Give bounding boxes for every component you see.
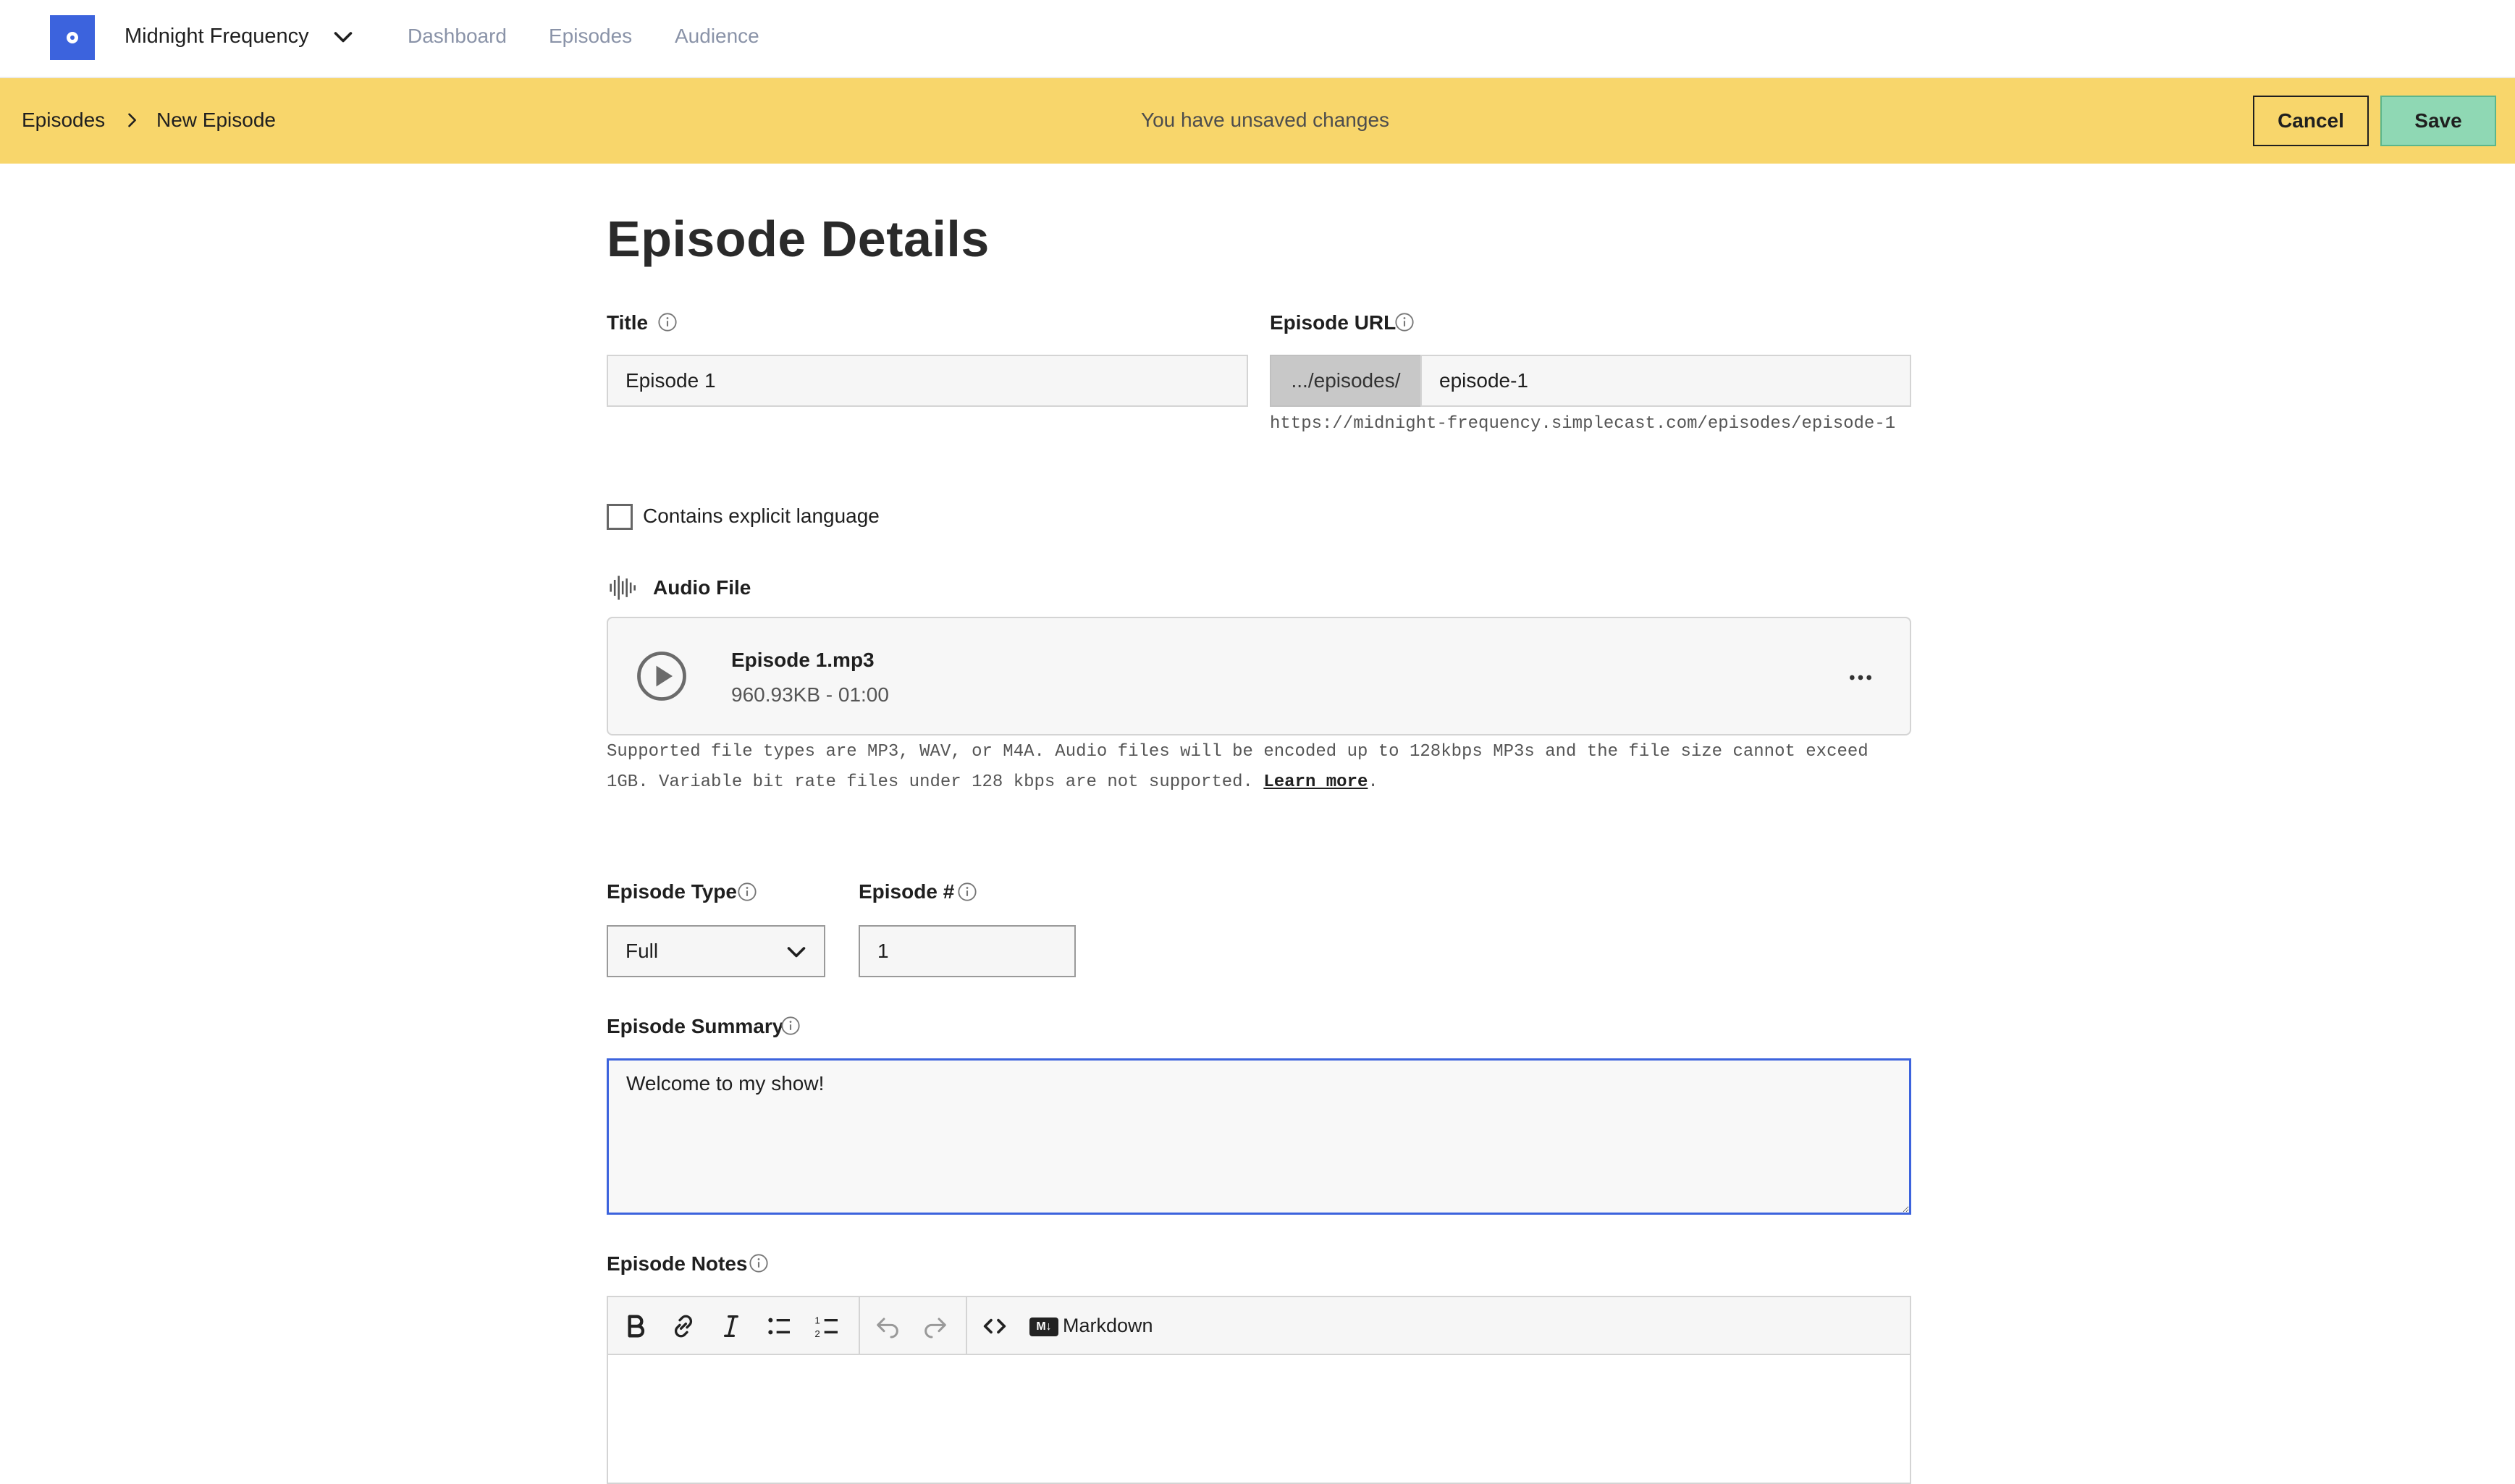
undo-icon[interactable] xyxy=(873,1312,902,1341)
episode-url-input[interactable] xyxy=(1420,355,1911,407)
page: Midnight Frequency Dashboard Episodes Au… xyxy=(0,0,2515,1484)
episode-type-value: Full xyxy=(625,940,659,962)
url-prefix: .../episodes/ xyxy=(1270,355,1422,407)
cancel-button[interactable]: Cancel xyxy=(2253,96,2369,146)
episode-notes-editor[interactable]: 12 M↓ Markdown xyxy=(607,1296,1911,1484)
explicit-checkbox[interactable] xyxy=(607,504,633,530)
episode-notes-label: Episode Notes xyxy=(607,1252,748,1275)
save-button[interactable]: Save xyxy=(2380,96,2496,146)
learn-more-link[interactable]: Learn more xyxy=(1263,772,1368,792)
info-icon[interactable] xyxy=(657,312,678,332)
chevron-down-icon xyxy=(787,947,806,958)
code-icon[interactable] xyxy=(980,1312,1009,1341)
title-input[interactable] xyxy=(607,355,1248,407)
info-icon[interactable] xyxy=(1394,312,1415,332)
svg-text:2: 2 xyxy=(814,1328,820,1339)
chevron-right-icon xyxy=(128,113,136,127)
explicit-label[interactable]: Contains explicit language xyxy=(643,505,880,528)
editor-toolbar: 12 M↓ Markdown xyxy=(608,1297,1910,1355)
episode-summary-textarea[interactable]: Welcome to my show! xyxy=(607,1058,1911,1215)
unsaved-banner: Episodes New Episode You have unsaved ch… xyxy=(0,78,2515,164)
breadcrumb-current: New Episode xyxy=(156,109,276,131)
markdown-toggle[interactable]: Markdown xyxy=(1063,1315,1153,1337)
more-options-icon[interactable] xyxy=(1846,663,1875,692)
bold-icon[interactable] xyxy=(621,1312,650,1341)
top-navigation: Midnight Frequency Dashboard Episodes Au… xyxy=(0,0,2515,78)
chevron-down-icon[interactable] xyxy=(330,25,356,51)
audio-hint-text: Supported file types are MP3, WAV, or M4… xyxy=(607,742,1869,792)
episode-type-select[interactable]: Full xyxy=(607,925,825,977)
toolbar-divider xyxy=(859,1297,860,1354)
page-title: Episode Details xyxy=(607,211,990,267)
podcast-logo[interactable] xyxy=(50,15,95,60)
info-icon[interactable] xyxy=(957,882,977,902)
info-icon[interactable] xyxy=(749,1253,769,1273)
numbered-list-icon[interactable]: 12 xyxy=(812,1312,841,1341)
play-icon[interactable] xyxy=(636,650,688,702)
breadcrumb-episodes[interactable]: Episodes xyxy=(22,109,105,132)
episode-type-label: Episode Type xyxy=(607,880,737,903)
episode-number-label: Episode # xyxy=(859,880,955,903)
episode-summary-label: Episode Summary xyxy=(607,1015,784,1037)
link-icon[interactable] xyxy=(669,1312,698,1341)
redo-icon[interactable] xyxy=(921,1312,950,1341)
audio-hint: Supported file types are MP3, WAV, or M4… xyxy=(607,742,1869,792)
info-icon[interactable] xyxy=(780,1016,801,1036)
unsaved-message: You have unsaved changes xyxy=(1141,109,1390,131)
audio-file-card: Episode 1.mp3 960.93KB - 01:00 xyxy=(607,617,1911,735)
markdown-icon[interactable]: M↓ xyxy=(1029,1318,1058,1336)
audio-filename: Episode 1.mp3 xyxy=(731,649,875,671)
nav-dashboard[interactable]: Dashboard xyxy=(408,25,507,48)
audio-file-label: Audio File xyxy=(653,576,751,599)
podcast-name[interactable]: Midnight Frequency xyxy=(125,25,309,49)
toolbar-divider xyxy=(966,1297,967,1354)
info-icon[interactable] xyxy=(737,882,757,902)
svg-text:1: 1 xyxy=(814,1315,820,1326)
waveform-icon xyxy=(610,576,636,600)
episode-number-input[interactable] xyxy=(859,925,1076,977)
title-label: Title xyxy=(607,311,649,334)
audio-meta: 960.93KB - 01:00 xyxy=(731,683,889,706)
nav-episodes[interactable]: Episodes xyxy=(549,25,632,48)
nav-audience[interactable]: Audience xyxy=(675,25,759,48)
episode-url-preview: https://midnight-frequency.simplecast.co… xyxy=(1270,414,1896,434)
episode-url-label: Episode URL xyxy=(1270,311,1396,334)
italic-icon[interactable] xyxy=(717,1312,746,1341)
logo-dot-icon xyxy=(67,32,78,43)
bullet-list-icon[interactable] xyxy=(764,1312,793,1341)
